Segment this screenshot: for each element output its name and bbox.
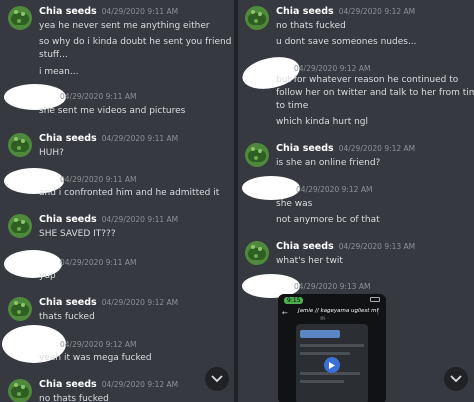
timestamp: 04/29/2020 9:12 AM — [101, 380, 179, 389]
message-line: yeah it was mega fucked — [39, 353, 152, 363]
timestamp: 04/29/2020 9:12 AM — [101, 298, 179, 307]
message-line: yea he never sent me anything either — [39, 21, 210, 31]
frog-avatar-icon[interactable] — [8, 6, 32, 30]
frog-avatar-icon[interactable] — [245, 241, 269, 265]
message-line: is she an online friend? — [276, 158, 381, 168]
message-line: follow her on twitter and talk to her fr… — [276, 88, 474, 98]
timestamp: 04/29/2020 9:13 AM — [338, 242, 416, 251]
timestamp: 04/29/2020 9:11 AM — [60, 92, 137, 101]
back-arrow-icon: ← — [282, 309, 288, 317]
message-line: no thats fucked — [39, 394, 109, 402]
author-name[interactable]: Chia seeds 04/29/2020 9:13 AM — [276, 241, 415, 252]
message-line: not anymore bc of that — [276, 215, 380, 225]
play-icon[interactable] — [324, 357, 340, 373]
message-line: so why do i kinda doubt he sent you frie… — [39, 37, 232, 47]
video-content-bar — [300, 330, 340, 338]
frog-avatar-icon[interactable] — [8, 214, 32, 238]
message-line: what's her twit — [276, 256, 343, 266]
chevron-down-icon[interactable] — [205, 367, 229, 391]
timestamp: 04/29/2020 9:12 AM — [60, 340, 137, 349]
timestamp: 04/29/2020 9:12 AM — [338, 144, 416, 153]
timestamp: 04/29/2020 9:12 AM — [338, 7, 416, 16]
timestamp: 04/29/2020 9:11 AM — [101, 7, 179, 16]
message-line: stuff... — [39, 50, 68, 60]
author-name[interactable]: Chia seeds 04/29/2020 9:11 AM — [39, 133, 178, 144]
message-line: and i confronted him and he admitted it — [39, 188, 220, 198]
timestamp: 04/29/2020 9:12 AM — [294, 64, 371, 73]
message-line: but for whatever reason he continued to — [276, 75, 459, 85]
redaction-scribble — [242, 176, 300, 200]
frog-avatar-icon[interactable] — [8, 379, 32, 402]
message-line: no thats fucked — [276, 21, 346, 31]
timestamp: 04/29/2020 9:13 AM — [294, 282, 371, 291]
author-name[interactable]: Chia seeds 04/29/2020 9:12 AM — [39, 379, 178, 390]
message-line: yup — [39, 271, 56, 281]
message-line: she sent me videos and pictures — [39, 106, 186, 116]
frog-avatar-icon[interactable] — [8, 297, 32, 321]
author-name[interactable]: Chia seeds 04/29/2020 9:11 AM — [39, 214, 178, 225]
more-icon: ⋮ — [375, 309, 381, 316]
tweet-handle: @j... — [320, 315, 329, 320]
frog-avatar-icon[interactable] — [245, 143, 269, 167]
video-frame — [296, 324, 368, 402]
frog-avatar-icon[interactable] — [245, 6, 269, 30]
message-line: thats fucked — [39, 312, 95, 322]
frog-avatar-icon[interactable] — [8, 133, 32, 157]
timestamp: 04/29/2020 9:12 AM — [296, 185, 373, 194]
battery-icon — [370, 297, 380, 302]
author-name[interactable]: Chia seeds 04/29/2020 9:12 AM — [39, 297, 178, 308]
left-chat-panel: Chia seeds 04/29/2020 9:11 AM yea he neve… — [0, 0, 234, 402]
message-line: she was — [276, 199, 313, 209]
timestamp: 04/29/2020 9:11 AM — [60, 175, 137, 184]
chevron-down-icon[interactable] — [444, 367, 468, 391]
author-name[interactable]: Chia seeds 04/29/2020 9:12 AM — [276, 6, 415, 17]
author-name[interactable]: Chia seeds 04/29/2020 9:11 AM — [39, 6, 178, 17]
right-chat-panel: Chia seeds 04/29/2020 9:12 AM no thats fu… — [238, 0, 474, 402]
tweet-title: Jamie // kageyama ugliest mf — [298, 308, 379, 314]
video-content-line — [300, 380, 344, 383]
status-time: 9:15 — [284, 297, 304, 304]
video-content-line — [300, 352, 350, 355]
timestamp: 04/29/2020 9:11 AM — [101, 215, 179, 224]
message-line: which kinda hurt ngl — [276, 117, 368, 127]
message-line: HUH? — [39, 148, 64, 158]
timestamp: 04/29/2020 9:11 AM — [101, 134, 179, 143]
message-line: i mean... — [39, 67, 79, 77]
author-name[interactable]: Chia seeds 04/29/2020 9:12 AM — [276, 143, 415, 154]
message-line: to time — [276, 101, 309, 111]
message-line: SHE SAVED IT??? — [39, 229, 116, 239]
message-line: u dont save someones nudes... — [276, 37, 417, 47]
timestamp: 04/29/2020 9:11 AM — [60, 258, 137, 267]
video-content-line — [300, 344, 364, 347]
image-attachment[interactable]: 9:15 ← Jamie // kageyama ugliest mf @j..… — [278, 294, 386, 402]
